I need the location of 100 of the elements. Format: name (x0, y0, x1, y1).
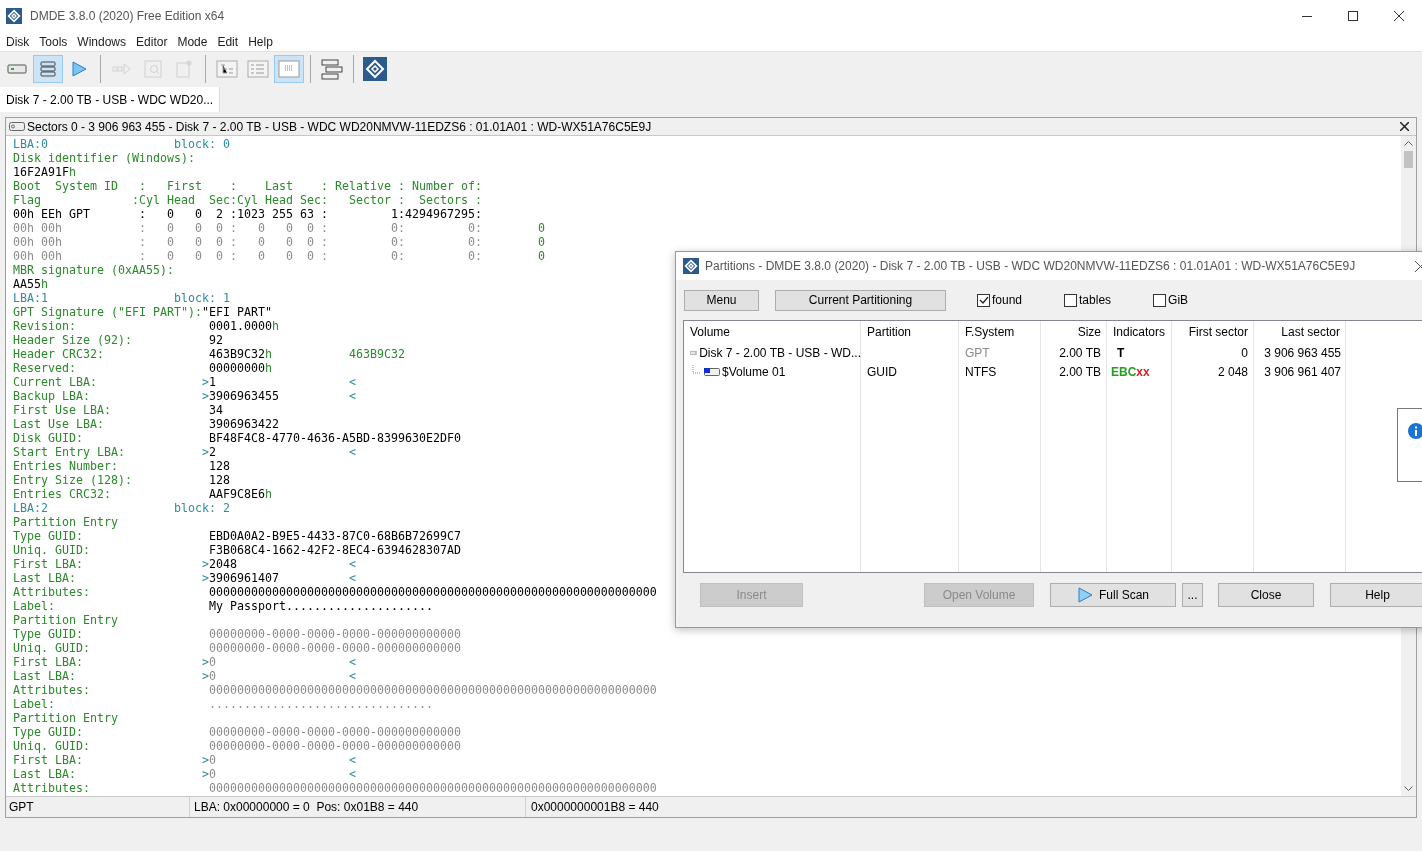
section-heading: MBR signature (0xAA55): (13, 263, 174, 277)
field-value: 463B9C32h (208, 347, 272, 361)
field-value: 0000000000000000000000000000000000000000000000000000000000000000 (208, 585, 657, 599)
menu-item[interactable]: Disk (1, 32, 35, 51)
table-row[interactable]: Disk 7 - 2.00 TB - USB - WD... GPT 2.00 TB T 0 3 906 963 455 (684, 343, 1422, 362)
checksum-value: 463B9C32 (348, 347, 405, 361)
column-header[interactable]: Size (1077, 325, 1101, 339)
column-header[interactable]: F.System (965, 325, 1015, 339)
pointer-mark: < (348, 389, 356, 403)
logo-icon (363, 57, 387, 81)
option-checkbox[interactable]: found (977, 291, 1023, 309)
column-header[interactable]: Last sector (1281, 325, 1340, 339)
field-value: BF48F4C8-4770-4636-A5BD-8399630E2DF0 (208, 431, 461, 445)
section-heading: Partition Entry (13, 613, 118, 627)
pointer-mark: > (201, 669, 209, 683)
menu-item[interactable]: Editor (131, 32, 173, 51)
field-label: Last LBA: (13, 571, 76, 585)
grid-icon (278, 59, 300, 79)
field-value: 92 (208, 333, 223, 347)
file-system: GPT (965, 345, 990, 360)
field-value: 00000000-0000-0000-0000-000000000000 (208, 725, 461, 739)
field-value: 2 (208, 445, 216, 459)
field-label: Type GUID: (13, 725, 83, 739)
pointer-mark: < (348, 557, 356, 571)
field-label: Label: (13, 697, 55, 711)
logo-icon (6, 8, 22, 24)
find-icon (143, 59, 163, 79)
menu-button[interactable]: Menu (684, 289, 759, 311)
menu-item[interactable]: Mode (172, 32, 213, 51)
column-header[interactable]: Volume (690, 325, 731, 339)
last-sector: 3 906 963 455 (1264, 345, 1341, 360)
status-text: 0x0000000001B8 = 440 (531, 799, 659, 816)
close-icon (1394, 11, 1404, 21)
field-label: Reserved: (13, 361, 76, 375)
column-header[interactable]: Partition (867, 325, 912, 339)
field-value: 128 (208, 459, 230, 473)
option-checkbox[interactable]: tables (1064, 291, 1112, 309)
file-system: NTFS (965, 364, 997, 379)
field-value: 34 (208, 403, 223, 417)
scroll-up-icon (1404, 141, 1413, 146)
partition-type: GUID (867, 364, 897, 379)
field-value: ................................ (208, 697, 433, 711)
play-icon (70, 60, 88, 78)
scrollbar-thumb[interactable] (1404, 151, 1413, 168)
pointer-mark: > (201, 557, 209, 571)
checkbox[interactable] (1064, 293, 1078, 307)
field-label: Uniq. GUID: (13, 543, 90, 557)
table-row[interactable]: $Volume 01 GUID NTFS 2.00 TB EBCxx 2 048 3 906 961 407 (684, 362, 1422, 381)
details-icon (247, 59, 269, 79)
toolbar-button[interactable] (33, 55, 63, 83)
status-text: LBA: 0x00000000 = 0 Pos: 0x01B8 = 440 (194, 799, 419, 816)
block-label: block: 2 (173, 501, 230, 515)
menu-item[interactable]: Windows (72, 32, 132, 51)
field-value: 2048 (208, 557, 237, 571)
block-label: block: 1 (173, 291, 230, 305)
field-value: AA55h (13, 277, 48, 291)
checkbox[interactable] (1153, 293, 1167, 307)
pointer-mark: > (201, 375, 209, 389)
close-button[interactable] (1398, 120, 1410, 133)
last-sector: 3 906 961 407 (1264, 364, 1341, 379)
pointer-mark: > (201, 753, 209, 767)
field-label: GPT Signature ("EFI PART"): (13, 305, 202, 319)
field-label: Uniq. GUID: (13, 641, 90, 655)
field-value: EBD0A0A2-B9E5-4433-87C0-68B6B72699C7 (208, 529, 461, 543)
menu-item[interactable]: Edit (212, 32, 244, 51)
field-label: Entries CRC32: (13, 487, 111, 501)
toolbar-button[interactable] (360, 55, 390, 83)
field-value: 0 (537, 221, 545, 235)
menu-item[interactable]: Help (243, 32, 278, 51)
dialog-button[interactable]: Close (1218, 583, 1314, 607)
pointer-mark: > (201, 655, 209, 669)
column-header[interactable]: Indicators (1113, 325, 1166, 339)
panel-title: Sectors 0 - 3 906 963 455 - Disk 7 - 2.00 TB - USB - WDC WD20NMVW-11EDZS6 : 01.01A01 : WD-WX51A76C5E9J (27, 118, 652, 136)
field-label: Last Use LBA: (13, 417, 104, 431)
field-label: Start Entry LBA: (13, 445, 125, 459)
field-label: Attributes: (13, 781, 90, 795)
field-label: Attributes: (13, 683, 90, 697)
field-value: 3906963455 (208, 389, 279, 403)
field-value: "EFI PART" (201, 305, 272, 319)
dialog-title: Partitions - DMDE 3.8.0 (2020) - Disk 7 - 2.00 TB - USB - WDC WD20NMVW-11EDZS6 : 01.01A01 : WD-WX51A76C5E9J (705, 258, 1356, 275)
current-partitioning-button[interactable]: Current Partitioning (775, 289, 946, 311)
field-label: Header Size (92): (13, 333, 132, 347)
volume-icon (704, 366, 720, 377)
lba-label: LBA:0 (13, 137, 48, 151)
field-label: First LBA: (13, 557, 83, 571)
option-checkbox[interactable]: GiB (1153, 291, 1189, 309)
field-value: 00000000h (208, 361, 272, 375)
checkbox[interactable] (977, 293, 990, 307)
dialog-button[interactable]: Full Scan (1050, 583, 1176, 607)
column-header[interactable]: First sector (1188, 325, 1248, 339)
field-value: 00000000-0000-0000-0000-000000000000 (208, 627, 461, 641)
dialog-button[interactable]: Help (1330, 583, 1422, 607)
dialog-button[interactable]: ... (1182, 583, 1203, 607)
disk-tab[interactable]: Disk 7 - 2.00 TB - USB - WDC WD20... (0, 87, 221, 112)
volume-name: $Volume 01 (722, 363, 786, 381)
field-value: 0 (208, 655, 216, 669)
menu-item[interactable]: Tools (34, 32, 73, 51)
status-text: GPT (9, 799, 34, 816)
step-icon (112, 61, 132, 77)
field-value: 0 (537, 235, 545, 249)
